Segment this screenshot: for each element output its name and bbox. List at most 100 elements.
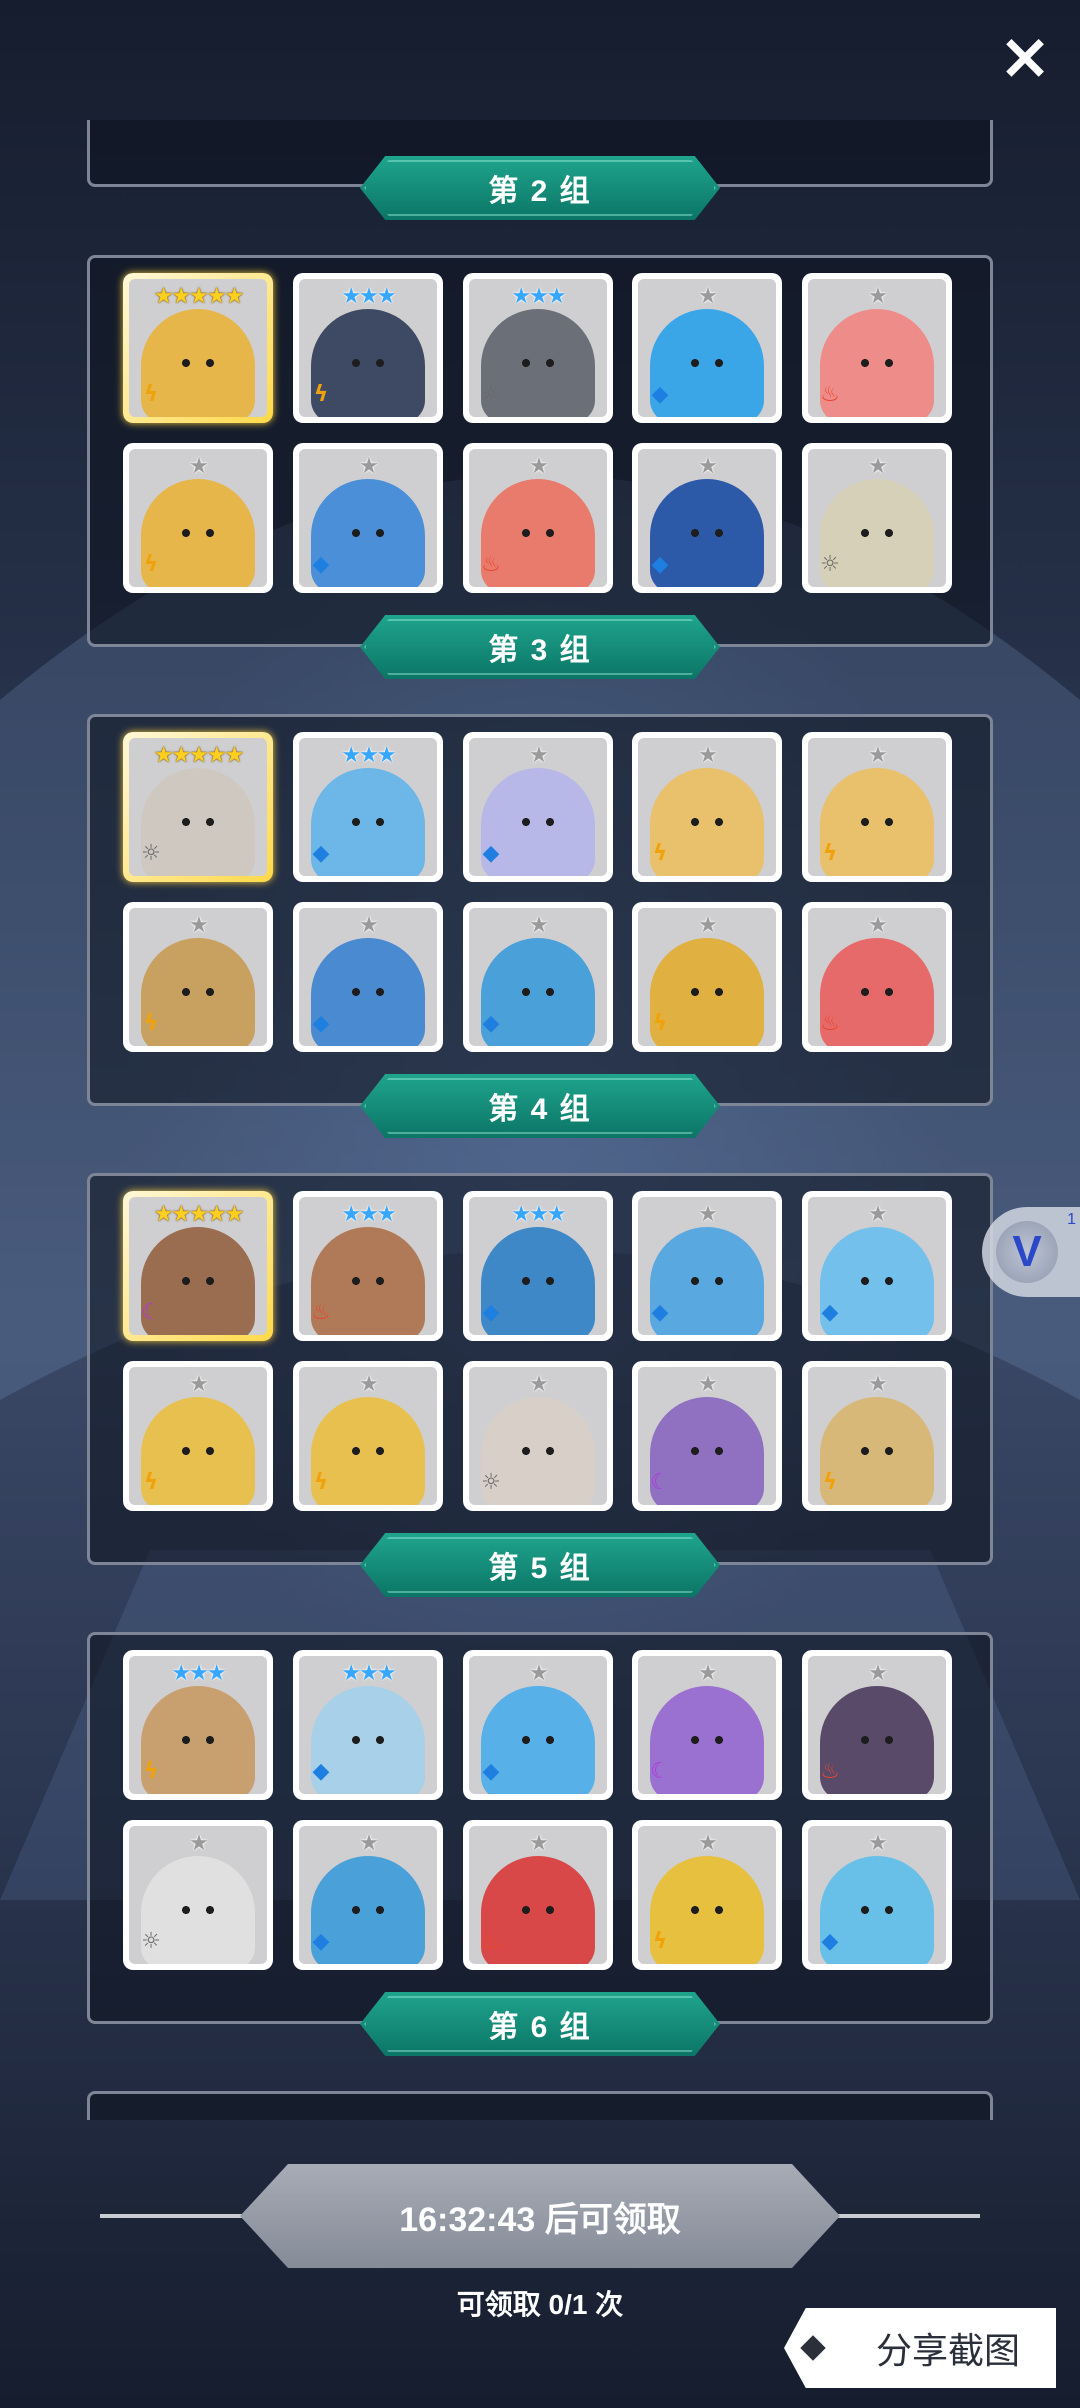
character-card[interactable]: ★ ϟ (802, 1361, 952, 1511)
sun-element-icon: ☼ (820, 552, 840, 577)
character-card[interactable]: ★ ◆ (632, 273, 782, 423)
character-card[interactable]: ★★★ ☼ (463, 273, 613, 423)
star-rating-icon: ★ (698, 454, 718, 479)
character-card[interactable]: ★ ϟ (123, 902, 273, 1052)
character-card[interactable]: ★★★ ϟ (123, 1650, 273, 1800)
character-card[interactable]: ★★★★★ ☾ (123, 1191, 273, 1341)
fire-element-icon: ♨ (820, 1759, 840, 1784)
character-card[interactable]: ★ ◆ (463, 1650, 613, 1800)
star-rating-icon: ★ (868, 1372, 888, 1397)
character-portrait: ★ ☾ (638, 1367, 776, 1505)
character-card[interactable]: ★ ♨ (463, 1820, 613, 1970)
close-icon[interactable]: × (990, 22, 1060, 92)
character-portrait: ★★★★★ ☾ (129, 1197, 267, 1335)
character-face (520, 1277, 556, 1286)
character-face (689, 359, 725, 368)
character-card[interactable]: ★ ◆ (293, 1820, 443, 1970)
character-card[interactable]: ★ ☾ (632, 1650, 782, 1800)
badge-count: 1 (1067, 1211, 1076, 1228)
character-card[interactable]: ★ ◆ (463, 902, 613, 1052)
character-face (180, 529, 216, 538)
water-element-icon: ◆ (821, 1929, 839, 1954)
water-element-icon: ◆ (482, 1011, 500, 1036)
character-face (520, 529, 556, 538)
light-element-icon: ϟ (143, 552, 159, 577)
character-card[interactable]: ★★★★★ ☼ (123, 732, 273, 882)
character-portrait: ★ ϟ (638, 1826, 776, 1964)
share-screenshot-button[interactable]: 分享截图 (784, 2308, 1056, 2388)
fire-element-icon: ♨ (311, 1300, 331, 1325)
character-card[interactable]: ★★★ ♨ (293, 1191, 443, 1341)
character-card[interactable]: ★ ☼ (123, 1820, 273, 1970)
star-rating-icon: ★ (529, 1831, 549, 1856)
character-face (859, 1447, 895, 1456)
character-card[interactable]: ★ ◆ (632, 1191, 782, 1341)
character-face (350, 1906, 386, 1915)
group-banner-2: 第 2 组 (360, 156, 720, 220)
character-portrait: ★ ϟ (129, 908, 267, 1046)
claim-timer-button[interactable]: 16:32:43 后可领取 (240, 2164, 840, 2268)
character-card[interactable]: ★ ϟ (802, 732, 952, 882)
star-rating-icon: ★ (189, 454, 209, 479)
character-face (520, 359, 556, 368)
sun-element-icon: ☼ (481, 1470, 501, 1495)
character-portrait: ★ ◆ (299, 1826, 437, 1964)
character-card[interactable]: ★ ♨ (802, 902, 952, 1052)
light-element-icon: ϟ (143, 1470, 159, 1495)
star-rating-icon: ★ (868, 913, 888, 938)
character-portrait: ★★★ ϟ (299, 279, 437, 417)
character-card[interactable]: ★★★ ◆ (293, 732, 443, 882)
star-rating-icon: ★ (868, 1202, 888, 1227)
character-card[interactable]: ★ ◆ (463, 732, 613, 882)
character-face (859, 1736, 895, 1745)
character-portrait: ★ ◆ (638, 279, 776, 417)
character-card[interactable]: ★★★ ◆ (293, 1650, 443, 1800)
character-portrait: ★ ◆ (299, 908, 437, 1046)
character-card[interactable]: ★ ◆ (802, 1191, 952, 1341)
character-face (859, 359, 895, 368)
character-portrait: ★ ♨ (808, 279, 946, 417)
fire-element-icon: ♨ (820, 1011, 840, 1036)
group-banner-4: 第 4 组 (360, 1074, 720, 1138)
character-card[interactable]: ★★★ ϟ (293, 273, 443, 423)
light-element-icon: ϟ (822, 1470, 838, 1495)
character-card[interactable]: ★ ☼ (802, 443, 952, 593)
character-face (689, 988, 725, 997)
character-card[interactable]: ★ ☾ (632, 1361, 782, 1511)
water-element-icon: ◆ (312, 841, 330, 866)
character-card[interactable]: ★ ϟ (632, 1820, 782, 1970)
group-list[interactable]: 第 2 组 ★★★★★ ϟ ★★★ ϟ ★★★ ☼ ★ ◆ ★ ♨ ★ ϟ ★ ◆ ★ ♨ ★ ◆ ★ ☼ 第 3 组 ★★… (0, 120, 1080, 2120)
character-card[interactable]: ★ ϟ (123, 443, 273, 593)
floating-assistant-button[interactable]: V 1 (982, 1207, 1080, 1297)
star-rating-icon: ★★★ (171, 1661, 226, 1686)
character-portrait: ★ ◆ (469, 738, 607, 876)
character-card[interactable]: ★ ☼ (463, 1361, 613, 1511)
character-face (689, 529, 725, 538)
star-rating-icon: ★ (359, 454, 379, 479)
character-portrait: ★ ◆ (638, 449, 776, 587)
sun-element-icon: ☼ (141, 1929, 161, 1954)
character-card[interactable]: ★ ϟ (123, 1361, 273, 1511)
character-card[interactable]: ★ ◆ (293, 443, 443, 593)
character-portrait: ★ ☼ (129, 1826, 267, 1964)
character-card[interactable]: ★ ϟ (293, 1361, 443, 1511)
character-card[interactable]: ★★★★★ ϟ (123, 273, 273, 423)
character-card[interactable]: ★ ◆ (632, 443, 782, 593)
character-card[interactable]: ★ ♨ (802, 273, 952, 423)
character-card[interactable]: ★ ◆ (802, 1820, 952, 1970)
star-rating-icon: ★ (359, 1831, 379, 1856)
character-card[interactable]: ★ ◆ (293, 902, 443, 1052)
character-face (350, 988, 386, 997)
character-portrait: ★ ♨ (808, 1656, 946, 1794)
character-card[interactable]: ★★★ ◆ (463, 1191, 613, 1341)
character-card[interactable]: ★ ϟ (632, 732, 782, 882)
character-face (859, 529, 895, 538)
character-face (689, 1736, 725, 1745)
star-rating-icon: ★★★★★ (153, 743, 245, 768)
character-card[interactable]: ★ ϟ (632, 902, 782, 1052)
star-rating-icon: ★ (868, 454, 888, 479)
star-rating-icon: ★ (868, 284, 888, 309)
character-portrait: ★ ♨ (808, 908, 946, 1046)
character-card[interactable]: ★ ♨ (802, 1650, 952, 1800)
character-card[interactable]: ★ ♨ (463, 443, 613, 593)
